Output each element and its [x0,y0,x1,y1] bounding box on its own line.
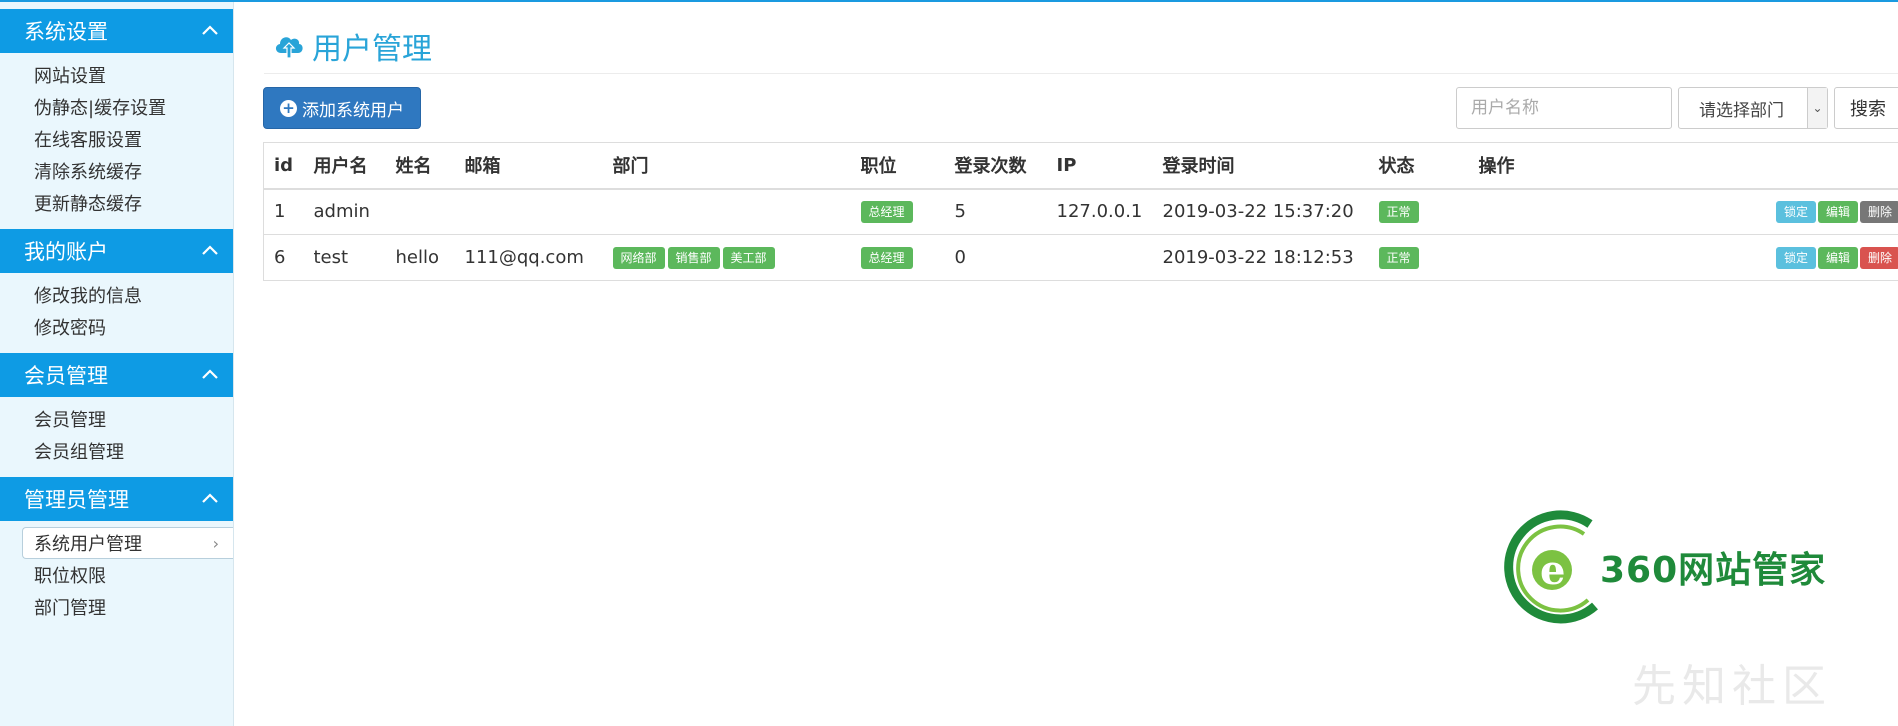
page-title: 用户管理 [312,32,432,67]
sidebar: 系统设置 网站设置 伪静态|缓存设置 在线客服设置 清除系统缓存 更新静态缓存 … [0,2,234,726]
sidebar-item-rewrite-cache[interactable]: 伪静态|缓存设置 [0,91,233,123]
cell-login-time: 2019-03-22 18:12:53 [1152,234,1369,281]
col-header-login-count: 登录次数 [944,142,1047,190]
edit-button[interactable]: 编辑 [1817,200,1858,223]
chevron-up-icon [202,493,218,503]
sidebar-item-member-groups[interactable]: 会员组管理 [0,435,233,467]
cell-position: 总经理 [850,234,945,281]
col-header-id: id [263,142,304,190]
sidebar-section-my-account[interactable]: 我的账户 [0,229,233,273]
cell-id: 1 [263,188,304,235]
col-header-username: 用户名 [303,142,386,190]
col-header-actions: 操作 [1468,142,1898,190]
cell-ip: 127.0.0.1 [1046,188,1153,235]
sidebar-item-label: 系统用户管理 [34,534,142,555]
sidebar-section-title: 管理员管理 [24,488,129,512]
col-header-position: 职位 [850,142,945,190]
cloud-upload-icon [275,37,303,59]
sidebar-section-members[interactable]: 会员管理 [0,353,233,397]
cell-status: 正常 [1368,188,1469,235]
sidebar-item-system-users[interactable]: 系统用户管理 › [22,527,233,559]
department-badge: 美工部 [722,246,775,269]
cell-status: 正常 [1368,234,1469,281]
users-table: id 用户名 姓名 邮箱 部门 职位 登录次数 IP 登录时间 状态 操作 1 … [263,142,1898,281]
cell-username: admin [303,188,386,235]
search-button[interactable]: 搜索 [1834,87,1898,129]
cell-position: 总经理 [850,188,945,235]
col-header-email: 邮箱 [454,142,603,190]
cell-login-count: 5 [944,188,1047,235]
chevron-up-icon [202,245,218,255]
chevron-right-icon: › [212,533,219,553]
sidebar-section-title: 系统设置 [24,20,108,44]
cell-department: 网络部 销售部 美工部 [602,234,851,281]
username-search-input[interactable] [1456,87,1672,129]
cell-login-count: 0 [944,234,1047,281]
sidebar-section-title: 我的账户 [24,240,108,264]
cell-name: hello [385,234,455,281]
cell-actions: 锁定 编辑 删除 [1468,188,1898,235]
add-system-user-button[interactable]: + 添加系统用户 [263,87,421,129]
sidebar-item-update-static[interactable]: 更新静态缓存 [0,187,233,219]
department-select[interactable]: 请选择部门 ⌄ [1678,87,1828,129]
department-select-value: 请选择部门 [1699,100,1784,121]
table-header-row: id 用户名 姓名 邮箱 部门 职位 登录次数 IP 登录时间 状态 操作 [263,142,1898,190]
sidebar-section-title: 会员管理 [24,364,108,388]
lock-button[interactable]: 锁定 [1775,246,1816,269]
chevron-up-icon [202,25,218,35]
col-header-name: 姓名 [385,142,455,190]
cell-id: 6 [263,234,304,281]
plus-circle-icon: + [280,99,297,117]
chevron-down-icon: ⌄ [1807,88,1827,128]
svg-text:e: e [1540,547,1565,594]
status-badge: 正常 [1378,246,1419,269]
cell-email [454,188,603,235]
sidebar-item-site-settings[interactable]: 网站设置 [0,59,233,91]
table-row: 1 admin 总经理 5 127.0.0.1 2019-03-22 15:37… [263,188,1898,235]
divider [264,73,1898,74]
col-header-status: 状态 [1368,142,1469,190]
status-badge: 正常 [1378,200,1419,223]
page-header: 用户管理 [272,24,432,68]
position-badge: 总经理 [860,246,913,269]
col-header-login-time: 登录时间 [1152,142,1369,190]
watermark-logo: e 360网站管家 [1500,506,1826,628]
360-e-logo-icon: e [1504,510,1598,624]
sidebar-item-change-password[interactable]: 修改密码 [0,311,233,343]
sidebar-item-clear-cache[interactable]: 清除系统缓存 [0,155,233,187]
sidebar-item-members[interactable]: 会员管理 [0,403,233,435]
add-button-label: 添加系统用户 [302,100,404,121]
sidebar-item-edit-info[interactable]: 修改我的信息 [0,279,233,311]
cell-email: 111@qq.com [454,234,603,281]
cell-ip [1046,234,1153,281]
col-header-department: 部门 [602,142,851,190]
cell-name [385,188,455,235]
faint-watermark-text: 先知社区 [1632,661,1832,712]
sidebar-section-system-settings[interactable]: 系统设置 [0,9,233,53]
table-row: 6 test hello 111@qq.com 网络部 销售部 美工部 总经理 0 … [263,234,1898,281]
sidebar-item-departments[interactable]: 部门管理 [0,591,233,623]
sidebar-item-online-service[interactable]: 在线客服设置 [0,123,233,155]
department-badge: 网络部 [612,246,665,269]
cell-username: test [303,234,386,281]
edit-button[interactable]: 编辑 [1817,246,1858,269]
cell-login-time: 2019-03-22 15:37:20 [1152,188,1369,235]
sidebar-section-admins[interactable]: 管理员管理 [0,477,233,521]
cell-actions: 锁定 编辑 删除 [1468,234,1898,281]
delete-button[interactable]: 删除 [1859,246,1898,269]
sidebar-item-position-permissions[interactable]: 职位权限 [0,559,233,591]
position-badge: 总经理 [860,200,913,223]
col-header-ip: IP [1046,142,1153,190]
department-badge: 销售部 [667,246,720,269]
lock-button[interactable]: 锁定 [1775,200,1816,223]
cell-department [602,188,851,235]
watermark-logo-text: 360网站管家 [1600,550,1827,591]
chevron-up-icon [202,369,218,379]
delete-button-disabled[interactable]: 删除 [1859,200,1898,223]
